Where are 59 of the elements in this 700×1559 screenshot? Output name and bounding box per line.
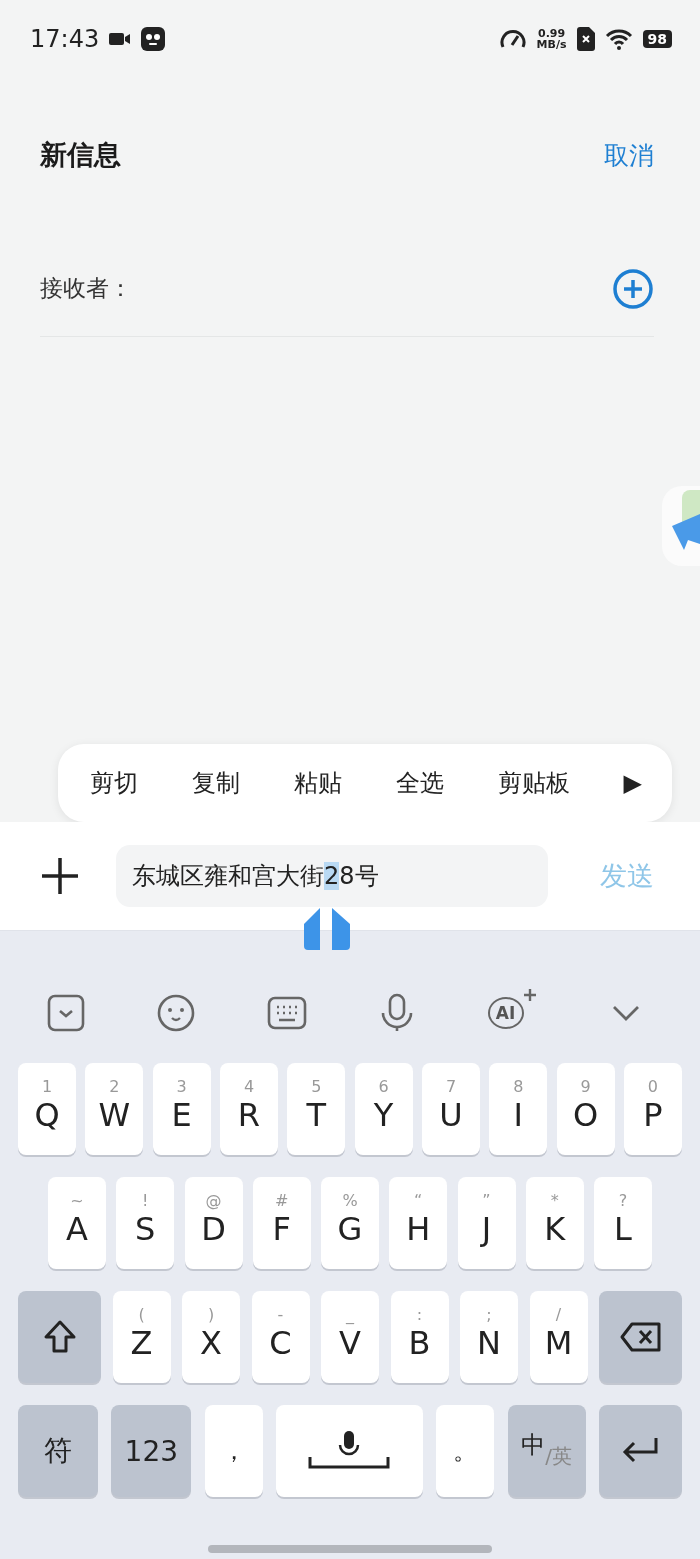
wifi-icon	[604, 28, 633, 50]
menu-item[interactable]: 剪贴板	[497, 767, 570, 799]
keyboard-key[interactable]: ，	[204, 1405, 263, 1497]
keyboard-key[interactable]: 123	[111, 1405, 192, 1497]
menu-item[interactable]: 粘贴	[293, 767, 342, 799]
keyboard-key[interactable]: 7 U	[421, 1063, 480, 1155]
keyboard-key[interactable]: ” J	[457, 1177, 516, 1269]
keyboard-key[interactable]: ) X	[182, 1291, 240, 1383]
keyboard-key[interactable]: * K	[525, 1177, 584, 1269]
keyboard-key[interactable]: 3 E	[152, 1063, 211, 1155]
video-camera-icon	[109, 31, 132, 47]
keyboard-key[interactable]: ! S	[116, 1177, 175, 1269]
space-key[interactable]	[276, 1405, 423, 1497]
cancel-button[interactable]: 取消	[604, 138, 654, 172]
more-button[interactable]: ▶	[623, 769, 642, 797]
backspace-icon	[619, 1322, 662, 1352]
clock-time: 17:43	[30, 25, 100, 53]
keyboard-key[interactable]: 符	[18, 1405, 98, 1497]
smiley-icon[interactable]	[156, 993, 197, 1033]
menu-item[interactable]: 全选	[395, 767, 444, 799]
keyboard-key[interactable]: 5 T	[287, 1063, 346, 1155]
sparkle-icon	[523, 989, 536, 1001]
keyboard-key[interactable]: 9 O	[556, 1063, 615, 1155]
recipient-label: 接收者：	[40, 274, 132, 303]
keyboard-key[interactable]: 6 Y	[354, 1063, 413, 1155]
keyboard-key[interactable]: 0 P	[623, 1063, 682, 1155]
plus-icon[interactable]	[40, 856, 80, 896]
keyboard-key[interactable]: 1 Q	[18, 1063, 76, 1155]
keyboard-key[interactable]: 。	[436, 1405, 495, 1497]
chevron-box-icon[interactable]	[46, 993, 86, 1033]
keyboard-key[interactable]: ~ A	[48, 1177, 106, 1269]
keyboard-key[interactable]: “ H	[389, 1177, 448, 1269]
sim-card-icon	[576, 27, 595, 51]
microphone-icon	[308, 1431, 391, 1471]
keyboard-key[interactable]	[599, 1291, 682, 1383]
keyboard-key[interactable]: ; N	[460, 1291, 518, 1383]
keyboard-key[interactable]: @ D	[184, 1177, 243, 1269]
keyboard-key[interactable]: / M	[529, 1291, 588, 1383]
keyboard-key[interactable]: 4 R	[220, 1063, 278, 1155]
keyboard-key[interactable]: ? L	[594, 1177, 652, 1269]
keyboard-key[interactable]: ( Z	[112, 1291, 171, 1383]
keyboard-key[interactable]: - C	[251, 1291, 310, 1383]
menu-item[interactable]: 剪切	[90, 767, 138, 799]
keyboard-key[interactable]: : B	[390, 1291, 449, 1383]
shift-icon	[42, 1319, 77, 1355]
menu-item[interactable]: 复制	[191, 767, 240, 799]
keyboard-key[interactable]: 8 I	[489, 1063, 548, 1155]
keyboard-key[interactable]: % G	[321, 1177, 379, 1269]
keyboard-key[interactable]: # F	[252, 1177, 311, 1269]
floating-widget-icon[interactable]	[660, 486, 700, 566]
keyboard-key[interactable]: _ V	[321, 1291, 379, 1383]
add-contact-icon[interactable]	[612, 267, 654, 310]
screen-title: 新信息	[40, 138, 121, 172]
keyboard-key[interactable]: 2 W	[85, 1063, 144, 1155]
network-speed-unit: MB/s	[536, 39, 567, 50]
network-speed: 0.99	[538, 28, 566, 39]
app-icon	[141, 27, 166, 51]
keyboard-key[interactable]	[18, 1291, 101, 1383]
battery-level: 98	[642, 30, 672, 48]
